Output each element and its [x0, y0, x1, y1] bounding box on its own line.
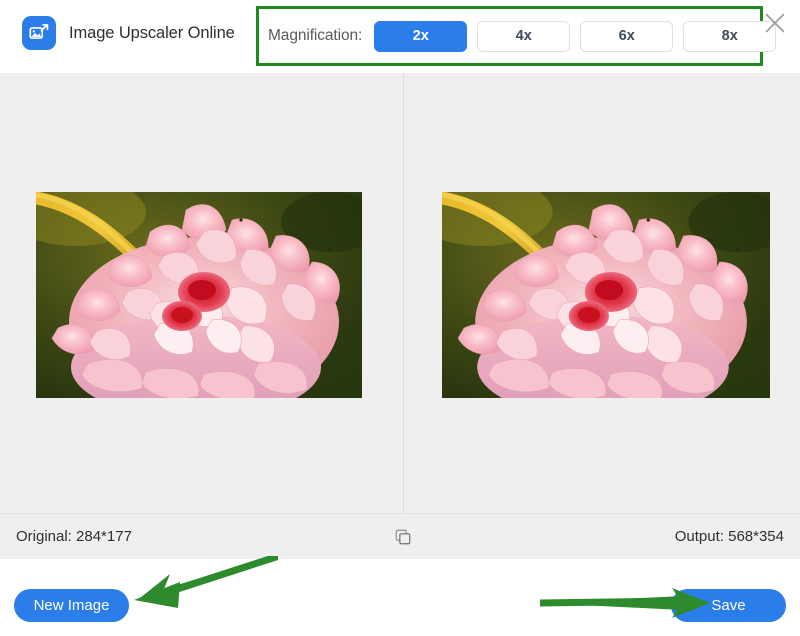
image-upscaler-window: Image Upscaler Online Magnification: 2x …: [0, 0, 800, 636]
original-image-preview[interactable]: [36, 192, 362, 398]
magnification-control-group: Magnification: 2x 4x 6x 8x: [259, 9, 777, 63]
magnification-label: Magnification:: [268, 27, 363, 44]
original-image: [36, 192, 362, 398]
output-size-label: Output: 568*354: [674, 528, 784, 545]
upscaled-image-preview[interactable]: [442, 192, 770, 398]
image-upscale-icon: [22, 16, 56, 50]
magnification-option-4x[interactable]: 4x: [477, 20, 571, 52]
save-button[interactable]: Save: [671, 589, 786, 622]
brand: Image Upscaler Online: [22, 16, 235, 50]
app-title: Image Upscaler Online: [69, 23, 235, 42]
preview-divider: [403, 73, 404, 513]
new-image-button[interactable]: New Image: [14, 589, 129, 622]
magnification-option-6x[interactable]: 6x: [580, 20, 674, 52]
preview-area: [0, 73, 800, 513]
close-icon[interactable]: [760, 8, 790, 38]
upscaled-image: [442, 192, 770, 398]
status-bar: Original: 284*177 Output: 568*354: [0, 513, 800, 559]
magnification-option-2x[interactable]: 2x: [374, 20, 468, 52]
magnification-options: 2x 4x 6x 8x: [374, 20, 777, 52]
magnification-highlight-box: Magnification: 2x 4x 6x 8x: [256, 6, 777, 66]
original-size-label: Original: 284*177: [16, 528, 132, 545]
app-header: Image Upscaler Online Magnification: 2x …: [0, 0, 800, 73]
compare-square-icon[interactable]: [392, 526, 414, 548]
